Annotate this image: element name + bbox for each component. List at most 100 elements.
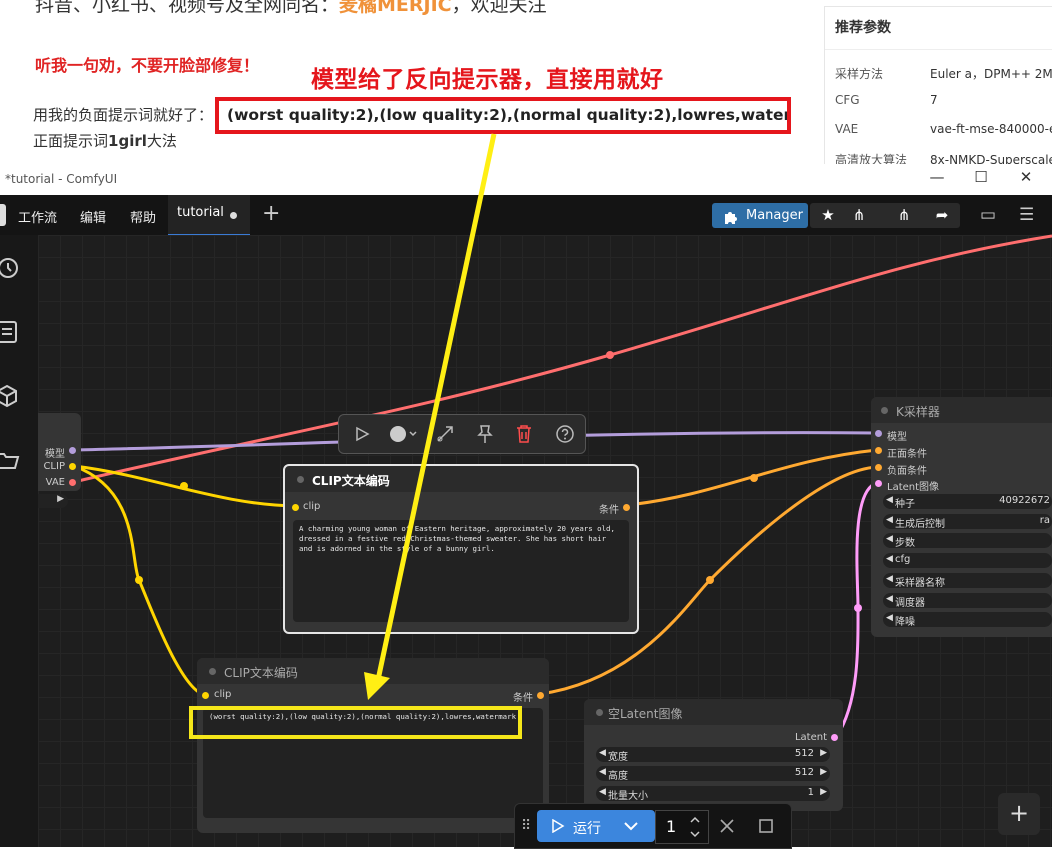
clip-text-encode-positive-node[interactable]: CLIP文本编码 clip 条件 A charming young woman … — [283, 464, 639, 634]
left-sidebar — [0, 235, 38, 847]
node-icon[interactable]: ⋔ — [845, 206, 873, 224]
height-widget[interactable]: ◀ 高度 512 ▶ — [596, 766, 830, 782]
latent-output-port[interactable] — [831, 734, 838, 741]
latent-input-port[interactable] — [875, 480, 882, 487]
history-icon[interactable] — [0, 255, 22, 281]
latent-input-label: Latent图像 — [887, 482, 940, 493]
arrow-right-icon[interactable]: ▶ — [820, 767, 827, 777]
model-output-port[interactable] — [69, 447, 76, 454]
puzzle-icon — [725, 212, 737, 224]
params-title: 推荐参数 — [835, 20, 891, 36]
cond-output-port[interactable] — [537, 692, 544, 699]
batch-size-widget[interactable]: ◀ 批量大小 1 ▶ — [596, 786, 830, 802]
brand-name: 麦橘MERJIC — [339, 0, 452, 16]
loader-widget[interactable]: ▶ — [38, 494, 68, 508]
seed-widget[interactable]: ◀ 种子 40922672 — [883, 494, 1052, 510]
sampler-name-widget[interactable]: ◀ 采样器名称 — [883, 573, 1052, 589]
cancel-icon[interactable] — [720, 819, 734, 833]
arrow-right-icon[interactable]: ▶ — [820, 787, 827, 797]
positive-prompt-textarea[interactable]: A charming young woman of Eastern herita… — [293, 520, 629, 622]
drag-handle-icon[interactable]: ⠿ — [521, 818, 531, 834]
vae-output-port[interactable] — [69, 479, 76, 486]
menu-workflow[interactable]: 工作流 — [18, 207, 57, 226]
chevron-down-icon[interactable] — [623, 820, 639, 832]
negative-prompt-intro: 用我的负面提示词就好了： — [33, 106, 214, 124]
delete-icon[interactable] — [515, 424, 533, 444]
ksampler-node[interactable]: K采样器 模型 正面条件 负面条件 Latent图像 ◀ 种子 40922672 ◀… — [871, 397, 1052, 637]
output-model-label: 模型 — [45, 449, 65, 460]
maximize-button[interactable]: ☐ — [966, 168, 996, 186]
star-icon[interactable]: ★ — [814, 206, 842, 224]
run-button[interactable]: 运行 — [537, 810, 655, 842]
arrow-left-icon[interactable]: ◀ — [599, 748, 606, 758]
minimize-button[interactable]: — — [922, 168, 952, 186]
model-input-port[interactable] — [875, 430, 882, 437]
node-collapse-dot[interactable] — [881, 407, 888, 414]
clip-input-port[interactable] — [292, 504, 299, 511]
toolbar-group: ★ ⋔ ⋔ ➦ — [810, 203, 960, 228]
clip-input-label: clip — [214, 689, 232, 700]
window-title: *tutorial - ComfyUI — [5, 172, 118, 186]
play-icon[interactable] — [354, 426, 370, 442]
batch-count-input[interactable]: 1 — [655, 810, 709, 844]
pin-icon[interactable] — [476, 424, 494, 444]
window-titlebar: *tutorial - ComfyUI — ☐ ✕ — [0, 164, 1052, 196]
arrow-right-icon[interactable]: ▶ — [820, 748, 827, 758]
stop-icon[interactable] — [759, 819, 773, 833]
article-social-line: 抖音、小红书、视频号及全网同名：麦橘MERJIC，欢迎关注 — [35, 0, 547, 17]
cond-output-label: 条件 — [599, 505, 619, 516]
node-title: 空Latent图像 — [608, 707, 683, 721]
color-picker-icon[interactable] — [389, 425, 417, 443]
positive-input-port[interactable] — [875, 447, 882, 454]
node-collapse-dot[interactable] — [596, 709, 603, 716]
checkpoint-loader-node[interactable]: 模型 CLIP VAE — [38, 413, 81, 491]
control-after-generate-widget[interactable]: ◀ 生成后控制 ra — [883, 514, 1052, 530]
steps-widget[interactable]: ◀ 步数 — [883, 533, 1052, 549]
node-collapse-dot[interactable] — [297, 476, 304, 483]
cfg-widget[interactable]: ◀ cfg — [883, 553, 1052, 568]
scheduler-widget[interactable]: ◀ 调度器 — [883, 593, 1052, 609]
folder-icon[interactable] — [0, 447, 22, 473]
arrow-left-icon[interactable]: ◀ — [599, 767, 606, 777]
stepper-icon[interactable] — [689, 814, 701, 840]
arrow-left-icon[interactable]: ◀ — [886, 495, 893, 505]
denoise-widget[interactable]: ◀ 降噪 — [883, 612, 1052, 628]
add-node-button[interactable]: + — [998, 793, 1040, 835]
help-icon[interactable] — [555, 424, 575, 444]
close-button[interactable]: ✕ — [1011, 168, 1041, 186]
hamburger-menu-icon[interactable]: ☰ — [1019, 205, 1034, 225]
param-key: CFG — [835, 93, 860, 107]
clip-text-encode-negative-node[interactable]: CLIP文本编码 clip 条件 (worst quality:2),(low … — [197, 658, 549, 833]
arrow-left-icon[interactable]: ◀ — [886, 594, 893, 604]
arrow-left-icon[interactable]: ◀ — [886, 554, 893, 564]
arrow-left-icon[interactable]: ◀ — [886, 534, 893, 544]
queue-list-icon[interactable] — [0, 319, 22, 345]
clip-input-label: clip — [303, 501, 321, 512]
empty-latent-image-node[interactable]: 空Latent图像 Latent ◀ 宽度 512 ▶ ◀ 高度 512 ▶ ◀ 批量大小 1 ▶ — [584, 699, 843, 811]
model-library-icon[interactable] — [0, 383, 22, 409]
arrow-left-icon[interactable]: ◀ — [599, 787, 606, 797]
tab-tutorial[interactable]: tutorial — [168, 195, 250, 236]
new-tab-button[interactable]: + — [262, 201, 280, 226]
node-alt-icon[interactable]: ⋔ — [890, 206, 918, 224]
clip-input-port[interactable] — [202, 692, 209, 699]
node-collapse-dot[interactable] — [209, 668, 216, 675]
arrow-left-icon[interactable]: ◀ — [886, 515, 893, 525]
arrow-left-icon[interactable]: ◀ — [886, 574, 893, 584]
cond-output-port[interactable] — [623, 504, 630, 511]
arrow-left-icon[interactable]: ◀ — [886, 613, 893, 623]
bypass-icon[interactable] — [435, 424, 455, 444]
positive-prompt-line: 正面提示词1girl大法 — [33, 132, 177, 150]
width-widget[interactable]: ◀ 宽度 512 ▶ — [596, 747, 830, 763]
model-input-label: 模型 — [887, 432, 907, 443]
unsaved-dot-icon[interactable] — [230, 212, 237, 219]
menu-edit[interactable]: 编辑 — [80, 207, 106, 226]
negative-input-port[interactable] — [875, 464, 882, 471]
manager-button[interactable]: Manager — [712, 203, 808, 228]
clip-output-port[interactable] — [69, 463, 76, 470]
share-icon[interactable]: ➦ — [928, 206, 956, 224]
cond-output-label: 条件 — [513, 693, 533, 704]
panel-toggle-icon[interactable]: ▭ — [980, 205, 996, 225]
menu-help[interactable]: 帮助 — [130, 207, 156, 226]
comfy-logo-icon[interactable] — [0, 204, 6, 226]
